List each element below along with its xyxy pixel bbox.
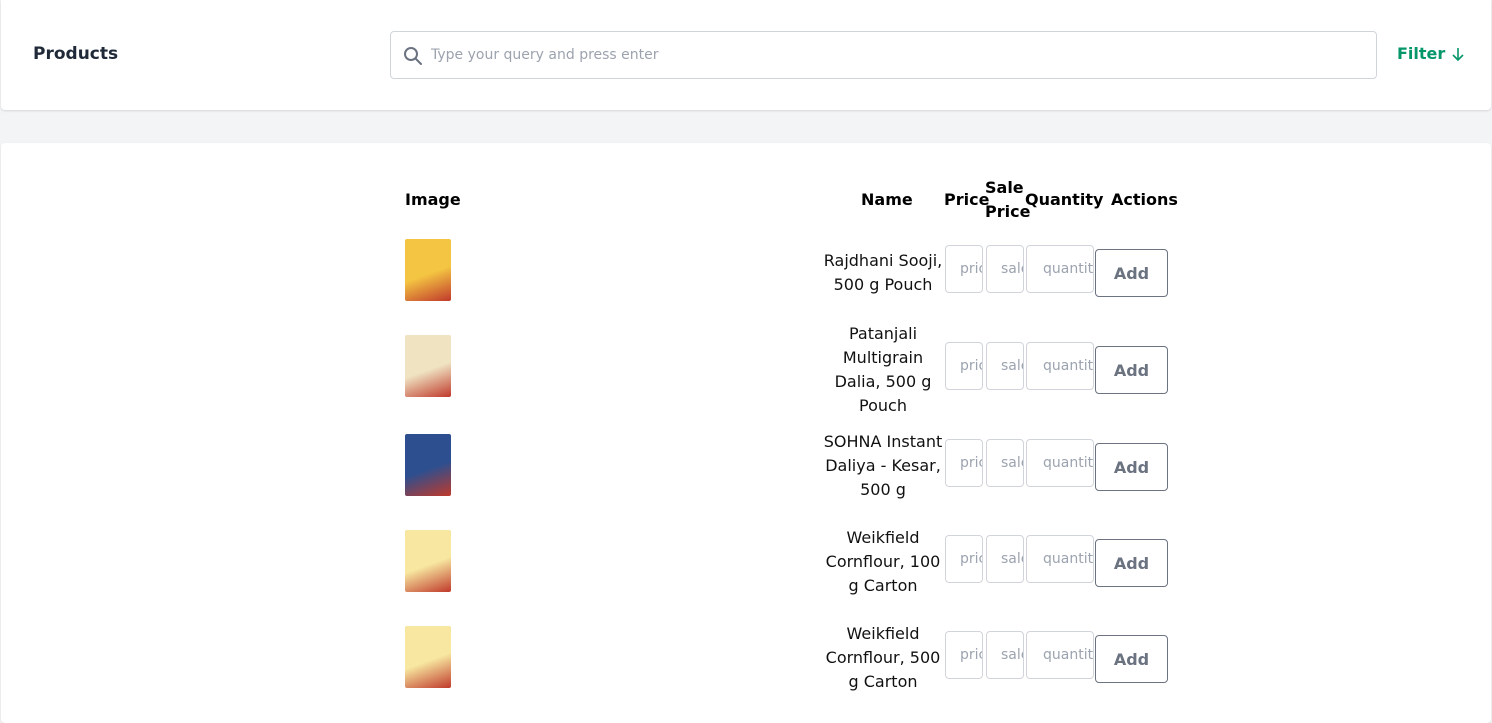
column-header-quantity: Quantity xyxy=(1025,190,1104,209)
price-input[interactable] xyxy=(945,245,983,293)
product-name: Patanjali Multigrain Dalia, 500 g Pouch xyxy=(834,324,932,415)
product-image xyxy=(405,626,451,688)
add-button[interactable]: Add xyxy=(1095,539,1168,587)
product-image xyxy=(405,434,451,496)
search-box[interactable] xyxy=(390,31,1377,79)
page-title: Products xyxy=(33,44,119,64)
filter-button[interactable]: Filter xyxy=(1397,44,1465,63)
column-header-sale-price: Sale Price xyxy=(985,178,1031,221)
column-header-price: Price xyxy=(944,190,990,209)
price-input[interactable] xyxy=(945,631,983,679)
quantity-input[interactable] xyxy=(1026,342,1094,390)
add-button[interactable]: Add xyxy=(1095,346,1168,394)
sale-price-input[interactable] xyxy=(986,245,1024,293)
add-button[interactable]: Add xyxy=(1095,635,1168,683)
filter-label: Filter xyxy=(1397,44,1446,63)
sale-price-input[interactable] xyxy=(986,535,1024,583)
product-image xyxy=(405,239,451,301)
product-name: SOHNA Instant Daliya - Kesar, 500 g xyxy=(823,432,943,499)
product-name: Weikfield Cornflour, 500 g Carton xyxy=(825,624,941,691)
add-button[interactable]: Add xyxy=(1095,443,1168,491)
product-image xyxy=(405,530,451,592)
sale-price-input[interactable] xyxy=(986,631,1024,679)
price-input[interactable] xyxy=(945,342,983,390)
search-icon xyxy=(404,47,422,65)
quantity-input[interactable] xyxy=(1026,439,1094,487)
quantity-input[interactable] xyxy=(1026,631,1094,679)
product-name: Weikfield Cornflour, 100 g Carton xyxy=(825,528,941,595)
page-header: Products Filter xyxy=(1,0,1491,110)
products-table-card: Image Name Price Sale Price Quantity Act… xyxy=(1,143,1491,723)
quantity-input[interactable] xyxy=(1026,535,1094,583)
sale-price-input[interactable] xyxy=(986,439,1024,487)
column-header-name: Name xyxy=(861,190,913,209)
price-input[interactable] xyxy=(945,535,983,583)
product-image xyxy=(405,335,451,397)
arrow-down-icon xyxy=(1452,47,1464,61)
product-name: Rajdhani Sooji, 500 g Pouch xyxy=(823,251,943,294)
quantity-input[interactable] xyxy=(1026,245,1094,293)
column-header-actions: Actions xyxy=(1111,190,1178,209)
column-header-image: Image xyxy=(405,190,461,209)
sale-price-input[interactable] xyxy=(986,342,1024,390)
search-input[interactable] xyxy=(431,32,1361,78)
add-button[interactable]: Add xyxy=(1095,249,1168,297)
price-input[interactable] xyxy=(945,439,983,487)
